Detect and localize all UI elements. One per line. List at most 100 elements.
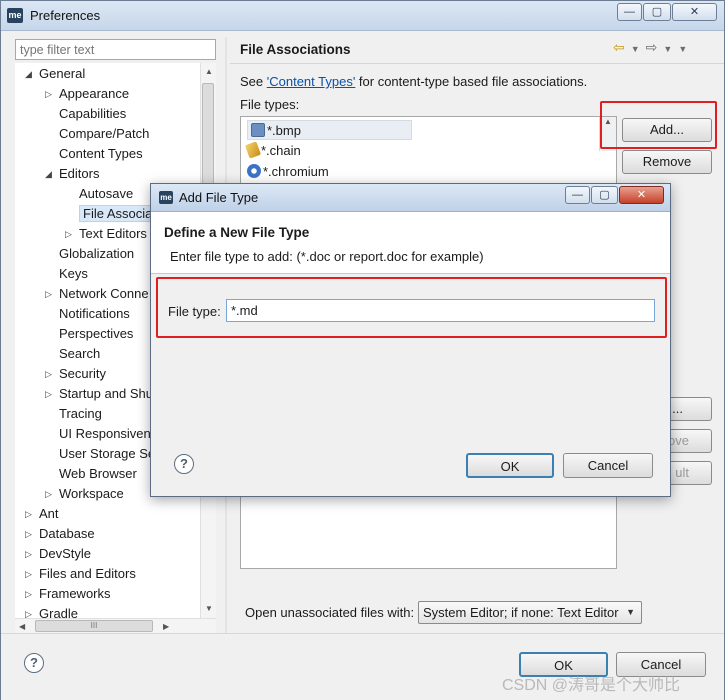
tree-item[interactable]: ▷ Text Editors	[65, 224, 147, 244]
view-menu-icon[interactable]: ▼	[678, 44, 693, 54]
chromium-icon	[247, 164, 261, 178]
tree-item[interactable]: Tracing	[59, 404, 102, 424]
collapsed-arrow-icon[interactable]: ▷	[65, 224, 75, 244]
forward-menu-chevron-icon[interactable]: ▼	[663, 44, 678, 54]
close-window-button[interactable]: ✕	[672, 3, 717, 21]
tree-item-label: Capabilities	[59, 106, 127, 121]
tree-item[interactable]: UI Responsivene	[59, 424, 158, 444]
tree-item[interactable]: Search	[59, 344, 100, 364]
unassociated-editor-value: System Editor; if none: Text Editor	[423, 605, 619, 620]
tree-item[interactable]: ▷ Files and Editors	[25, 564, 136, 584]
scroll-up-arrow-icon[interactable]: ▲	[205, 67, 213, 76]
open-unassociated-label: Open unassociated files with:	[245, 605, 415, 620]
tree-item-label: User Storage Se	[59, 446, 156, 461]
description-suffix: for content-type based file associations…	[355, 74, 588, 89]
file-type-highlight-box	[156, 277, 667, 338]
tree-item[interactable]: ▷ Database	[25, 524, 95, 544]
tree-item-label: Globalization	[59, 246, 135, 261]
collapsed-arrow-icon[interactable]: ▷	[25, 584, 35, 604]
app-logo-icon: me	[7, 8, 23, 23]
collapsed-arrow-icon[interactable]: ▷	[45, 384, 55, 404]
list-item[interactable]: *.bmp	[247, 120, 412, 140]
tree-item-label: Text Editors	[79, 226, 147, 241]
file-types-label: File types:	[240, 97, 300, 112]
dialog-app-logo-icon: me	[159, 191, 173, 204]
tree-item[interactable]: ▷ Frameworks	[25, 584, 111, 604]
file-type-name: *.chain	[261, 143, 301, 158]
tree-item-label: Ant	[39, 506, 59, 521]
tree-item-label: Frameworks	[39, 586, 111, 601]
collapsed-arrow-icon[interactable]: ▷	[25, 524, 35, 544]
watermark: CSDN @涛哥是个大帅比	[502, 677, 681, 694]
tree-item[interactable]: Globalization	[59, 244, 134, 264]
tree-item-label: UI Responsivene	[59, 426, 158, 441]
tree-item[interactable]: User Storage Se	[59, 444, 155, 464]
scroll-right-arrow-icon[interactable]: ▶	[163, 622, 169, 631]
dialog-cancel-button[interactable]: Cancel	[563, 453, 653, 478]
description-prefix: See	[240, 74, 267, 89]
tree-item[interactable]: ◢ General	[25, 64, 85, 84]
remove-file-type-button[interactable]: Remove	[622, 150, 712, 174]
scroll-down-arrow-icon[interactable]: ▼	[205, 604, 213, 613]
dialog-close-button[interactable]: ✕	[619, 186, 664, 204]
tree-item-label: Tracing	[59, 406, 102, 421]
tree-item[interactable]: ▷ Ant	[25, 504, 59, 524]
tree-item[interactable]: ▷ Security	[45, 364, 106, 384]
tree-item[interactable]: Web Browser	[59, 464, 137, 484]
tree-item-label: Compare/Patch	[59, 126, 150, 141]
scroll-left-arrow-icon[interactable]: ◀	[19, 622, 25, 631]
tree-item[interactable]: Notifications	[59, 304, 130, 324]
dialog-titlebar[interactable]: me Add File Type — ▢ ✕	[151, 184, 670, 212]
image-file-icon	[251, 123, 265, 137]
back-menu-chevron-icon[interactable]: ▼	[631, 44, 646, 54]
tree-item[interactable]: ▷ Network Conne	[45, 284, 149, 304]
collapsed-arrow-icon[interactable]: ▷	[25, 544, 35, 564]
tree-item[interactable]: Capabilities	[59, 104, 126, 124]
list-item[interactable]: *.chromium	[247, 162, 329, 182]
filter-input[interactable]	[15, 39, 216, 60]
tree-item[interactable]: Content Types	[59, 144, 143, 164]
tree-item[interactable]: Perspectives	[59, 324, 133, 344]
collapsed-arrow-icon[interactable]: ▷	[25, 564, 35, 584]
expanded-arrow-icon[interactable]: ◢	[45, 164, 55, 184]
collapsed-arrow-icon[interactable]: ▷	[45, 284, 55, 304]
title-separator	[230, 63, 724, 64]
tree-item-label: Content Types	[59, 146, 143, 161]
add-file-type-dialog: me Add File Type — ▢ ✕ Define a New File…	[150, 183, 671, 497]
window-titlebar[interactable]: me Preferences — ▢ ✕	[1, 1, 724, 31]
tree-item-label: DevStyle	[39, 546, 92, 561]
content-types-link[interactable]: 'Content Types'	[267, 74, 356, 89]
dialog-ok-button[interactable]: OK	[466, 453, 554, 478]
tree-item[interactable]: Autosave	[79, 184, 133, 204]
collapsed-arrow-icon[interactable]: ▷	[45, 84, 55, 104]
back-arrow-icon[interactable]: ⇦	[613, 39, 631, 55]
tree-item[interactable]: ▷ Workspace	[45, 484, 124, 504]
tree-item[interactable]: Compare/Patch	[59, 124, 149, 144]
expanded-arrow-icon[interactable]: ◢	[25, 64, 35, 84]
minimize-button[interactable]: —	[617, 3, 642, 21]
tree-horizontal-scroll-thumb[interactable]: III	[35, 620, 153, 632]
list-item[interactable]: *.chain	[244, 141, 301, 161]
collapsed-arrow-icon[interactable]: ▷	[45, 364, 55, 384]
maximize-button[interactable]: ▢	[643, 3, 671, 21]
tree-item-label: Security	[59, 366, 106, 381]
dialog-header-area: Define a New File Type Enter file type t…	[151, 212, 670, 274]
dialog-minimize-button[interactable]: —	[565, 186, 590, 204]
dialog-maximize-button[interactable]: ▢	[591, 186, 618, 204]
tree-item-label: Appearance	[59, 86, 130, 101]
tree-item-label: Keys	[59, 266, 88, 281]
tree-item-label: Database	[39, 526, 95, 541]
forward-arrow-icon[interactable]: ⇨	[646, 39, 664, 55]
tree-item-label: Search	[59, 346, 101, 361]
help-icon[interactable]: ?	[24, 653, 44, 673]
tree-item[interactable]: ▷ Appearance	[45, 84, 130, 104]
collapsed-arrow-icon[interactable]: ▷	[25, 504, 35, 524]
dialog-help-icon[interactable]: ?	[174, 454, 194, 474]
collapsed-arrow-icon[interactable]: ▷	[45, 484, 55, 504]
unassociated-editor-select[interactable]: System Editor; if none: Text Editor ▼	[418, 601, 642, 624]
tree-item-label: Web Browser	[59, 466, 137, 481]
tree-item[interactable]: ◢ Editors	[45, 164, 99, 184]
tree-item[interactable]: Keys	[59, 264, 88, 284]
tree-item[interactable]: ▷ DevStyle	[25, 544, 92, 564]
tree-item[interactable]: ▷ Startup and Shu	[45, 384, 153, 404]
